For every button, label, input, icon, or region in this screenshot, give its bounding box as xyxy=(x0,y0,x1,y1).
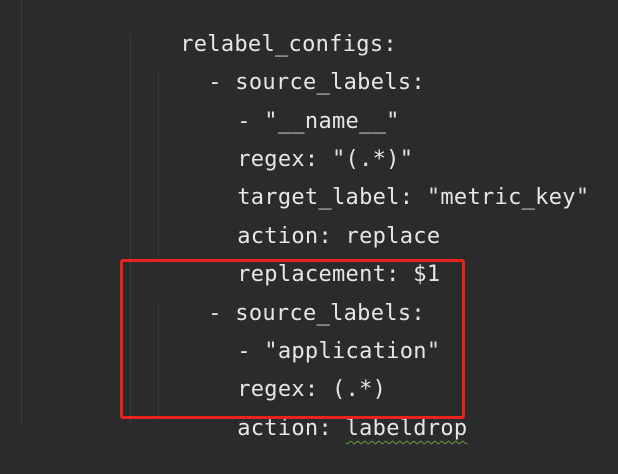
yaml-key: action: xyxy=(237,416,346,441)
code-line-name-item[interactable]: - "__name__" xyxy=(183,77,400,134)
code-editor[interactable]: relabel_configs: - source_labels: - "__n… xyxy=(0,0,618,441)
code-line-relabel-configs[interactable]: relabel_configs: xyxy=(126,0,397,57)
code-line-replacement[interactable]: replacement: $1 xyxy=(183,230,440,287)
gutter-divider xyxy=(21,0,22,424)
code-line-target-label[interactable]: target_label: "metric_key" xyxy=(183,153,589,210)
spellcheck-flagged-word[interactable]: labeldrop xyxy=(346,416,468,441)
red-highlight-annotation xyxy=(120,259,465,419)
code-line-regex-1[interactable]: regex: "(.*)" xyxy=(183,115,413,172)
code-line-action-replace[interactable]: action: replace xyxy=(183,192,440,249)
code-line-source-labels-1[interactable]: - source_labels: xyxy=(154,38,425,95)
